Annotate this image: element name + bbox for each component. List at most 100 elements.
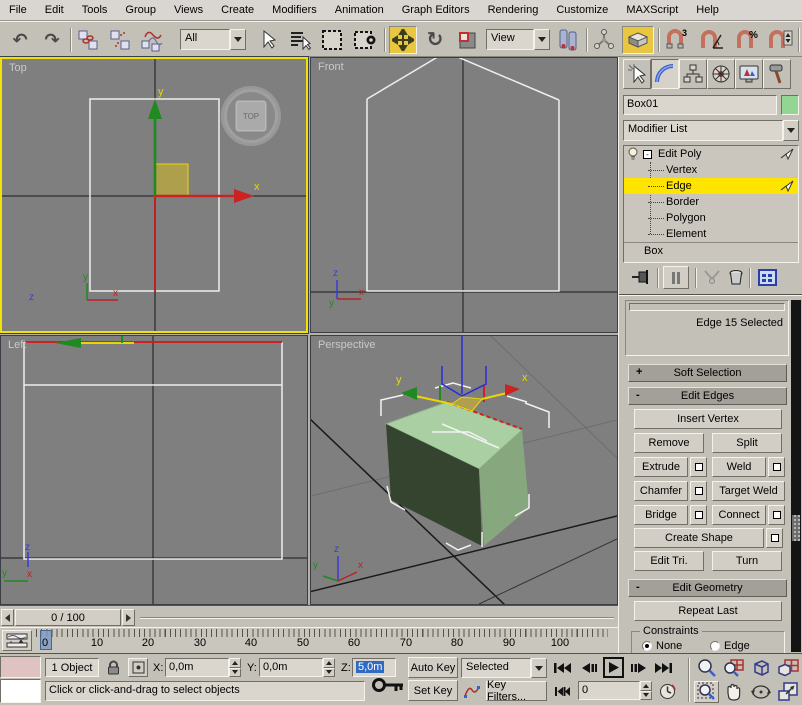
turn-button[interactable]: Turn (712, 551, 782, 571)
command-panel-scrollbar[interactable] (791, 300, 801, 652)
dropdown-arrow-icon[interactable] (534, 29, 550, 50)
object-color-swatch[interactable] (781, 95, 799, 115)
connect-settings-button[interactable] (768, 505, 785, 525)
modifier-on-bulb-icon[interactable] (627, 147, 639, 161)
key-mode-dropdown[interactable]: Selected (461, 658, 547, 678)
unlink-selection-button[interactable] (106, 26, 134, 54)
time-configuration-button[interactable] (656, 681, 678, 701)
next-frame-button[interactable] (628, 659, 648, 677)
bridge-button[interactable]: Bridge (634, 505, 688, 525)
make-unique-button[interactable] (701, 266, 723, 288)
current-frame-spinner[interactable] (640, 681, 652, 700)
x-coordinate-field[interactable]: 0,0m (165, 658, 229, 677)
rectangular-selection-region-button[interactable] (318, 26, 346, 54)
z-coordinate-field[interactable]: 5,0m (352, 658, 396, 677)
create-shape-button[interactable]: Create Shape (634, 528, 764, 548)
select-and-move-button[interactable] (389, 26, 417, 54)
weld-button[interactable]: Weld (712, 457, 766, 477)
select-object-button[interactable] (254, 26, 282, 54)
viewport-top[interactable]: Top TOP y x (0, 57, 308, 333)
stack-item-edit-poly[interactable]: - Edit Poly (624, 146, 798, 162)
create-shape-settings-button[interactable] (766, 528, 783, 548)
stack-item-box[interactable]: Box (624, 243, 798, 259)
tab-utilities[interactable] (763, 59, 791, 89)
target-weld-button[interactable]: Target Weld (712, 481, 785, 501)
dropdown-arrow-icon[interactable] (531, 658, 547, 678)
menu-rendering[interactable]: Rendering (479, 4, 548, 16)
object-name-field[interactable]: Box01 (623, 95, 777, 115)
absolute-offset-toggle-button[interactable] (128, 658, 148, 677)
constraint-edge-radio[interactable]: Edge (710, 640, 750, 652)
time-slider-prev-button[interactable] (1, 609, 14, 626)
tab-motion[interactable] (707, 59, 735, 89)
reference-coordinate-system-dropdown[interactable]: View (486, 29, 550, 50)
menu-maxscript[interactable]: MAXScript (617, 4, 687, 16)
remove-button[interactable]: Remove (634, 433, 704, 453)
menu-views[interactable]: Views (165, 4, 212, 16)
redo-button[interactable]: ↷ (38, 26, 66, 54)
viewport-left[interactable]: Left z y x (0, 335, 308, 605)
configure-modifier-sets-button[interactable] (755, 266, 779, 288)
dropdown-arrow-icon[interactable] (230, 29, 246, 50)
time-slider-next-button[interactable] (122, 609, 135, 626)
play-button[interactable] (603, 657, 624, 678)
select-and-manipulate-button[interactable] (590, 26, 618, 54)
rollout-soft-selection[interactable]: + Soft Selection (628, 364, 787, 382)
insert-vertex-button[interactable]: Insert Vertex (634, 409, 782, 429)
menu-edit[interactable]: Edit (36, 4, 73, 16)
stack-item-element[interactable]: Element (624, 226, 798, 242)
gizmo-xy-plane-handle[interactable] (155, 164, 188, 196)
extrude-settings-button[interactable] (690, 457, 707, 477)
current-frame-field[interactable]: 0 (578, 681, 640, 700)
select-and-scale-button[interactable] (453, 26, 481, 54)
connect-button[interactable]: Connect (712, 505, 766, 525)
key-filters-button[interactable]: Key Filters... (486, 681, 547, 701)
chamfer-button[interactable]: Chamfer (634, 481, 688, 501)
angle-snap-button[interactable] (698, 26, 726, 54)
menu-modifiers[interactable]: Modifiers (263, 4, 326, 16)
menu-animation[interactable]: Animation (326, 4, 393, 16)
gizmo-x-arrow[interactable] (234, 189, 254, 203)
stack-item-polygon[interactable]: Polygon (624, 210, 798, 226)
gizmo-y-arrow[interactable] (55, 338, 81, 348)
maxscript-mini-listener[interactable] (0, 679, 41, 703)
arc-rotate-button[interactable] (748, 681, 773, 703)
scrollbar-thumb[interactable] (792, 515, 800, 541)
set-key-button[interactable]: Set Key (408, 680, 458, 701)
keyboard-shortcut-override-button[interactable] (622, 26, 654, 54)
gizmo-y-arrow[interactable] (401, 387, 417, 400)
extrude-button[interactable]: Extrude (634, 457, 688, 477)
viewport-perspective[interactable]: Perspective (310, 335, 618, 605)
stack-item-edge[interactable]: Edge (624, 178, 798, 194)
undo-button[interactable]: ↶ (6, 26, 34, 54)
time-slider-track[interactable] (140, 617, 614, 619)
rollout-edit-edges[interactable]: - Edit Edges (628, 387, 787, 405)
bind-to-space-warp-button[interactable] (138, 26, 166, 54)
select-and-link-button[interactable] (74, 26, 102, 54)
modifier-list-dropdown[interactable]: Modifier List (623, 120, 799, 141)
zoom-extents-button[interactable] (748, 657, 773, 679)
y-coordinate-field[interactable]: 0,0m (259, 658, 323, 677)
zoom-region-button[interactable] (694, 681, 719, 703)
menu-file[interactable]: File (0, 4, 36, 16)
gizmo-y-arrow[interactable] (148, 99, 162, 119)
menu-group[interactable]: Group (116, 4, 165, 16)
auto-key-button[interactable]: Auto Key (408, 657, 458, 678)
min-max-toggle-button[interactable] (775, 681, 800, 703)
constraint-none-radio[interactable]: None (642, 640, 682, 652)
selection-filter-dropdown[interactable]: All (180, 29, 246, 50)
set-keys-button[interactable] (372, 676, 404, 697)
go-to-start-button[interactable] (552, 659, 574, 677)
percent-snap-button[interactable]: % (734, 26, 762, 54)
y-coordinate-spinner[interactable] (323, 658, 335, 677)
weld-settings-button[interactable] (768, 457, 785, 477)
key-mode-toggle-button[interactable] (553, 683, 573, 700)
spinner-snap-button[interactable] (766, 26, 794, 54)
zoom-button[interactable] (694, 657, 719, 679)
selection-lock-button[interactable] (103, 658, 123, 677)
previous-frame-button[interactable] (579, 659, 599, 677)
repeat-last-button[interactable]: Repeat Last (634, 601, 782, 621)
bridge-settings-button[interactable] (690, 505, 707, 525)
select-and-rotate-button[interactable]: ↻ (421, 26, 449, 54)
zoom-extents-all-button[interactable] (775, 657, 800, 679)
